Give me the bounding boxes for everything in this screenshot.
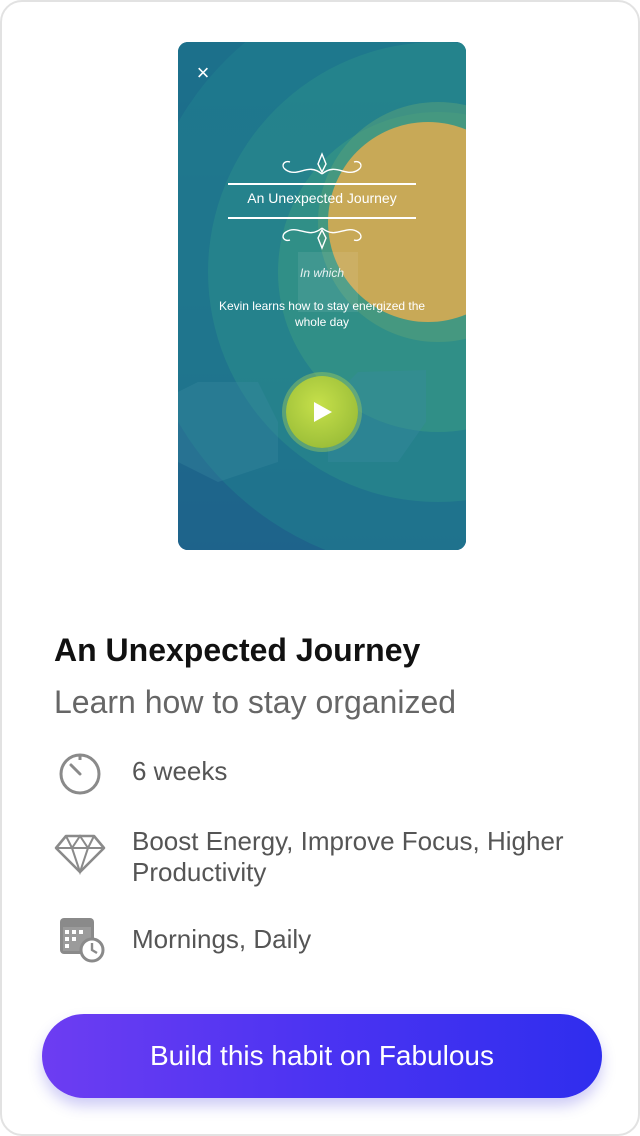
journey-subtitle: Learn how to stay organized: [54, 684, 457, 720]
build-habit-button[interactable]: Build this habit on Fabulous: [42, 1014, 602, 1098]
close-icon[interactable]: ×: [194, 62, 212, 84]
play-icon: [314, 402, 332, 422]
top-ornament-icon: [228, 152, 416, 185]
preview-description: Kevin learns how to stay energized the w…: [218, 299, 426, 329]
timer-icon: [59, 753, 101, 795]
preview-in-which: In which: [299, 266, 345, 280]
diamond-icon: [54, 834, 106, 876]
bottom-ornament-icon: [228, 217, 416, 250]
goals-text: Boost Energy, Improve Focus, Higher Prod…: [132, 826, 564, 887]
journey-preview: × An Unexpected Journey In which Kevin l…: [178, 42, 466, 550]
schedule-text: Mornings, Daily: [132, 924, 312, 954]
preview-background: [178, 42, 466, 550]
duration-text: 6 weeks: [132, 756, 228, 786]
play-button[interactable]: [286, 376, 358, 448]
journey-title: An Unexpected Journey: [54, 632, 421, 668]
habit-card: × An Unexpected Journey In which Kevin l…: [0, 0, 640, 1136]
calendar-clock-icon: [60, 918, 105, 963]
preview-title: An Unexpected Journey: [247, 190, 397, 206]
